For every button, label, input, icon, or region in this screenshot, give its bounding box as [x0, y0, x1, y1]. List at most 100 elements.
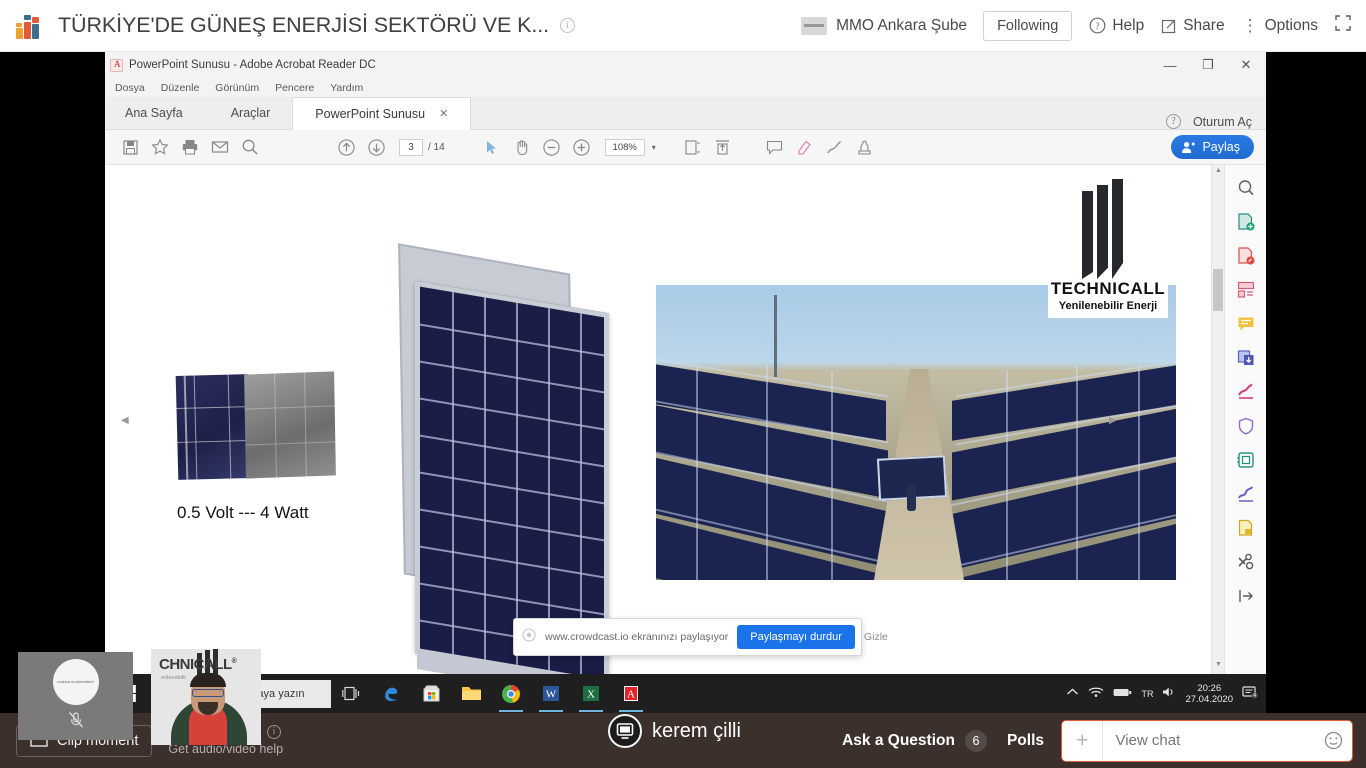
- help-button[interactable]: ? Help: [1089, 17, 1144, 35]
- fill-and-sign-icon[interactable]: [1231, 377, 1261, 407]
- document-scrollbar[interactable]: ▲ ▼: [1211, 165, 1224, 674]
- chevron-down-icon[interactable]: ▾: [652, 143, 656, 152]
- edit-pdf-icon[interactable]: [1231, 241, 1261, 271]
- sign-in-button[interactable]: Oturum Aç: [1193, 115, 1252, 129]
- polls-button[interactable]: Polls: [1007, 732, 1044, 750]
- highlight-icon[interactable]: [790, 132, 820, 162]
- stop-sharing-button[interactable]: Paylaşmayı durdur: [737, 625, 855, 649]
- notifications-icon[interactable]: 4: [1242, 685, 1258, 702]
- draw-icon[interactable]: [820, 132, 850, 162]
- fit-page-icon[interactable]: [678, 132, 708, 162]
- battery-icon[interactable]: [1113, 687, 1132, 701]
- shared-screen[interactable]: PowerPoint Sunusu - Adobe Acrobat Reader…: [105, 52, 1266, 713]
- sign-icon[interactable]: [1231, 479, 1261, 509]
- organize-pages-icon[interactable]: [1231, 275, 1261, 305]
- emoji-picker-icon[interactable]: [1314, 731, 1352, 750]
- select-tool-icon[interactable]: [477, 132, 507, 162]
- next-page-icon[interactable]: [361, 132, 391, 162]
- window-maximize-button[interactable]: ❐: [1189, 52, 1227, 78]
- export-pdf-icon[interactable]: [1231, 343, 1261, 373]
- kebab-menu-icon: ⋮: [1241, 15, 1259, 35]
- live-info-icon[interactable]: i: [266, 724, 281, 739]
- presenter-wall-logo-sub: enlenebilir: [161, 675, 187, 681]
- tab-powerpoint-sunusu[interactable]: PowerPoint Sunusu ✕: [292, 97, 472, 130]
- chrome-icon[interactable]: [491, 674, 531, 713]
- email-icon[interactable]: [205, 132, 235, 162]
- chat-input[interactable]: [1103, 732, 1315, 749]
- share-button[interactable]: Share: [1161, 17, 1225, 35]
- search-icon[interactable]: [235, 132, 265, 162]
- more-tools-icon[interactable]: [1231, 547, 1261, 577]
- presenter-glasses: [192, 689, 224, 697]
- stamp-icon[interactable]: [850, 132, 880, 162]
- edge-browser-icon[interactable]: [371, 674, 411, 713]
- technicall-logo: TECHNICALL Yenilenebilir Enerji: [1048, 170, 1168, 318]
- zoom-level-input[interactable]: 108%: [604, 138, 645, 156]
- taskbar-clock[interactable]: 20:26 27.04.2020: [1185, 683, 1233, 705]
- acrobat-app-icon: [110, 58, 123, 72]
- menu-yardim[interactable]: Yardım: [330, 82, 363, 94]
- page-number-input[interactable]: 3: [399, 138, 423, 156]
- acrobat-document-view[interactable]: 0.5 Volt --- 4 Watt TECHNICALL Yenileneb…: [105, 165, 1266, 674]
- collapse-pane-icon[interactable]: [1231, 581, 1261, 611]
- scan-ocr-icon[interactable]: [1231, 445, 1261, 475]
- participant-thumbnail-muted[interactable]: makina muhendisleri: [18, 652, 133, 740]
- hide-notification-button[interactable]: Gizle: [864, 631, 888, 643]
- add-attachment-button[interactable]: +: [1062, 720, 1104, 761]
- create-pdf-icon[interactable]: [1231, 207, 1261, 237]
- print-icon[interactable]: [175, 132, 205, 162]
- excel-icon[interactable]: X: [571, 674, 611, 713]
- following-button[interactable]: Following: [983, 10, 1073, 41]
- search-pane-icon[interactable]: [1231, 173, 1261, 203]
- zoom-in-icon[interactable]: [567, 132, 597, 162]
- fit-width-icon[interactable]: [708, 132, 738, 162]
- info-icon[interactable]: i: [560, 18, 576, 33]
- acrobat-share-button[interactable]: Paylaş: [1171, 135, 1254, 159]
- scroll-up-arrow-icon[interactable]: ▲: [1214, 167, 1223, 178]
- fullscreen-toggle-icon[interactable]: [1334, 14, 1352, 37]
- menu-gorunum[interactable]: Görünüm: [215, 82, 259, 94]
- network-icon[interactable]: [1088, 686, 1104, 701]
- menu-duzenle[interactable]: Düzenle: [161, 82, 200, 94]
- tab-close-icon[interactable]: ✕: [439, 107, 448, 120]
- photo-pole: [774, 295, 777, 377]
- right-pane-handle[interactable]: ▶: [1109, 415, 1117, 429]
- options-label: Options: [1264, 16, 1318, 34]
- scroll-down-arrow-icon[interactable]: ▼: [1214, 661, 1223, 672]
- comment-icon[interactable]: [760, 132, 790, 162]
- grey-solar-cell: [244, 371, 336, 479]
- avatar: makina muhendisleri: [52, 658, 99, 705]
- tab-ana-sayfa[interactable]: Ana Sayfa: [105, 96, 209, 129]
- star-icon[interactable]: [145, 132, 175, 162]
- menu-pencere[interactable]: Pencere: [275, 82, 314, 94]
- tab-araclar[interactable]: Araçlar: [209, 96, 293, 129]
- left-pane-handle[interactable]: ◀: [121, 415, 129, 429]
- presenter-thumbnail-video[interactable]: CHNICALL® enlenebilir: [151, 649, 261, 745]
- organization-name[interactable]: MMO Ankara Şube: [836, 17, 967, 35]
- zoom-out-icon[interactable]: [537, 132, 567, 162]
- language-icon[interactable]: TR: [1141, 689, 1153, 699]
- comment-pane-icon[interactable]: [1231, 309, 1261, 339]
- speaker-name: kerem çilli: [652, 719, 741, 742]
- menu-dosya[interactable]: Dosya: [115, 82, 145, 94]
- protect-icon[interactable]: [1231, 411, 1261, 441]
- scrollbar-thumb[interactable]: [1213, 269, 1223, 311]
- hand-tool-icon[interactable]: [507, 132, 537, 162]
- window-close-button[interactable]: ✕: [1227, 52, 1265, 78]
- task-view-icon[interactable]: [331, 686, 371, 701]
- options-button[interactable]: ⋮ Options: [1242, 16, 1318, 36]
- volume-icon[interactable]: [1162, 686, 1176, 701]
- show-hidden-icons-icon[interactable]: [1066, 687, 1079, 700]
- previous-page-icon[interactable]: [331, 132, 361, 162]
- help-icon: ?: [1089, 17, 1106, 34]
- save-icon[interactable]: [115, 132, 145, 162]
- word-icon[interactable]: W: [531, 674, 571, 713]
- file-explorer-icon[interactable]: [451, 674, 491, 713]
- redact-icon[interactable]: [1231, 513, 1261, 543]
- technicall-bars-icon: [1082, 179, 1134, 279]
- acrobat-help-icon[interactable]: ?: [1165, 114, 1181, 129]
- ask-a-question-button[interactable]: Ask a Question: [842, 732, 955, 750]
- microsoft-store-icon[interactable]: [411, 674, 451, 713]
- window-minimize-button[interactable]: —: [1151, 52, 1189, 78]
- acrobat-taskbar-icon[interactable]: A: [611, 674, 651, 713]
